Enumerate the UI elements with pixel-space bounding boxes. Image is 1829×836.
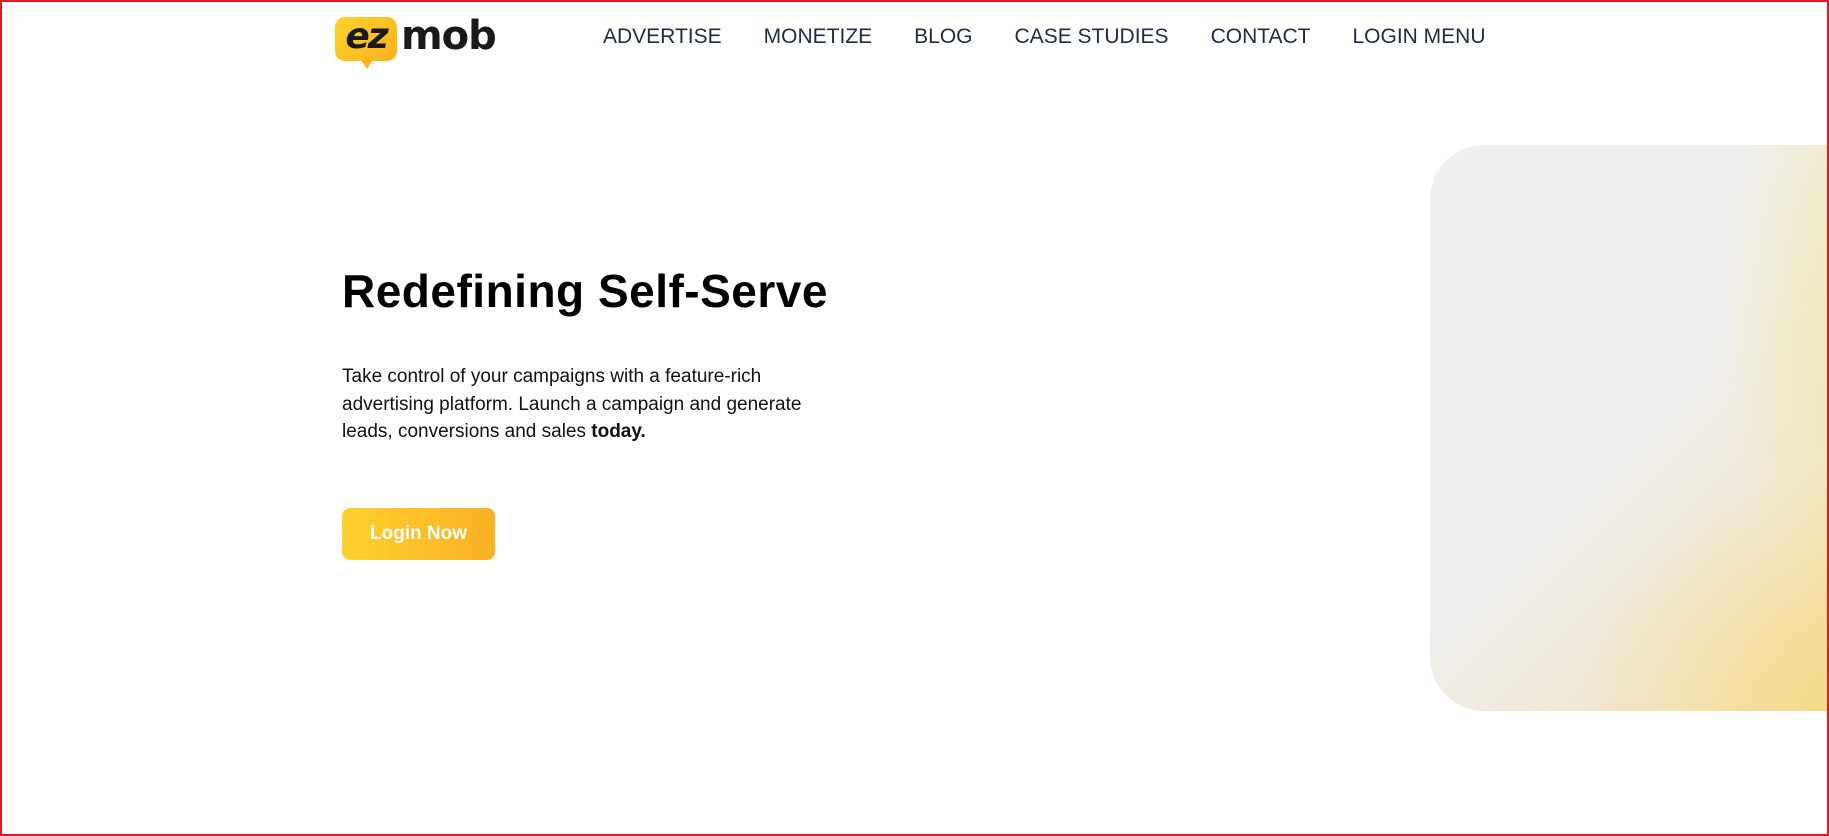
hero-description: Take control of your campaigns with a fe… bbox=[342, 363, 802, 446]
nav-item-advertise[interactable]: ADVERTISE bbox=[603, 24, 722, 50]
page-frame: ez mob ADVERTISE MONETIZE BLOG CASE STUD… bbox=[0, 0, 1829, 836]
login-now-button[interactable]: Login Now bbox=[342, 508, 495, 560]
logo-text-mob: mob bbox=[401, 13, 497, 59]
nav-item-contact[interactable]: CONTACT bbox=[1211, 24, 1311, 50]
nav-item-login-menu[interactable]: LOGIN MENU bbox=[1353, 24, 1486, 50]
logo-badge-icon: ez bbox=[335, 16, 397, 69]
hero-title: Redefining Self-Serve bbox=[342, 265, 828, 317]
nav-item-case-studies[interactable]: CASE STUDIES bbox=[1015, 24, 1169, 50]
hero-description-text: Take control of your campaigns with a fe… bbox=[342, 366, 802, 442]
main-nav: ADVERTISE MONETIZE BLOG CASE STUDIES CON… bbox=[603, 24, 1486, 50]
ezmob-logo[interactable]: ez mob bbox=[335, 13, 497, 69]
logo-text-ez: ez bbox=[345, 16, 388, 57]
nav-item-monetize[interactable]: MONETIZE bbox=[764, 24, 873, 50]
nav-item-blog[interactable]: BLOG bbox=[914, 24, 972, 50]
hero-description-emphasis: today. bbox=[591, 421, 646, 442]
hero-gradient-panel bbox=[1430, 145, 1827, 711]
